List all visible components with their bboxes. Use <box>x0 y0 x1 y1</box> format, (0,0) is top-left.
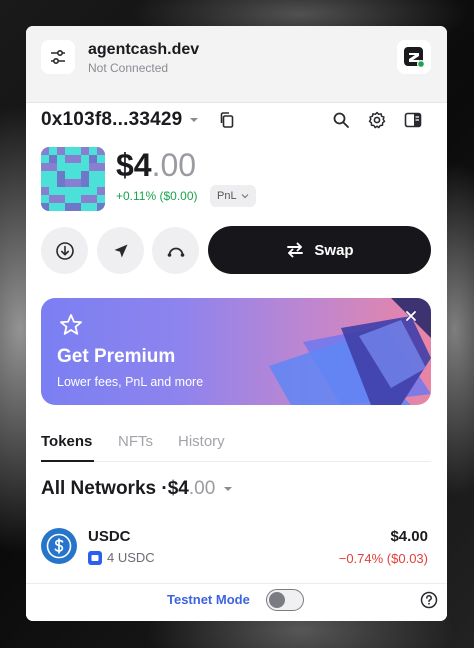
wallet-address: 0x103f8...33429 <box>41 109 183 130</box>
send-button[interactable] <box>97 227 144 274</box>
account-selector[interactable]: 0x103f8...33429 <box>41 108 199 132</box>
bridge-button[interactable] <box>152 227 199 274</box>
avatar <box>41 147 105 211</box>
promo-title: Get Premium <box>57 346 176 367</box>
token-change: −0.74% ($0.03) <box>338 551 428 566</box>
swap-label: Swap <box>314 241 354 259</box>
swap-button[interactable]: Swap <box>208 226 431 274</box>
star-icon <box>58 312 84 338</box>
asset-tabs: Tokens NFTs History <box>41 431 431 462</box>
agentcash-logo-icon[interactable] <box>397 40 431 74</box>
testnet-label: Testnet Mode <box>167 592 250 607</box>
promo-subtitle: Lower fees, PnL and more <box>57 375 204 389</box>
balance-change: +0.11% ($0.00) <box>116 189 198 203</box>
site-header: agentcash.dev Not Connected <box>26 26 447 103</box>
active-tab-indicator <box>41 460 94 462</box>
pnl-dropdown[interactable]: PnL <box>210 185 256 207</box>
tab-history[interactable]: History <box>178 433 225 450</box>
close-icon[interactable] <box>403 308 419 324</box>
sliders-icon[interactable] <box>41 40 75 74</box>
toggle-knob <box>269 592 285 608</box>
balance-cents: .00 <box>151 147 197 183</box>
testnet-toggle[interactable] <box>266 589 304 611</box>
token-amount: 4 USDC <box>107 550 155 565</box>
bridge-icon <box>166 241 186 261</box>
balance-main: $4 <box>116 147 152 183</box>
wallet-popup: agentcash.dev Not Connected 0x103f8...33… <box>26 26 447 621</box>
help-icon[interactable] <box>420 591 438 609</box>
side-panel-icon[interactable] <box>402 109 424 131</box>
chevron-down-icon <box>189 116 199 124</box>
usdc-token-icon <box>41 528 77 564</box>
send-icon <box>111 241 131 261</box>
network-label: All Networks <box>41 478 157 499</box>
chevron-down-icon <box>223 485 233 493</box>
premium-banner[interactable]: Get Premium Lower fees, PnL and more <box>41 298 431 405</box>
swap-arrows-icon <box>285 241 305 259</box>
gear-icon[interactable] <box>366 109 388 131</box>
search-icon[interactable] <box>330 109 352 131</box>
footer-bar: Testnet Mode <box>26 583 447 621</box>
tab-nfts[interactable]: NFTs <box>118 433 153 450</box>
copy-icon[interactable] <box>216 109 238 131</box>
tab-tokens[interactable]: Tokens <box>41 433 92 450</box>
total-balance: $4.00 <box>116 147 196 184</box>
chevron-down-icon <box>241 193 249 199</box>
pnl-label: PnL <box>217 190 237 202</box>
token-amount-row: 4 USDC <box>88 550 155 565</box>
receive-button[interactable] <box>41 227 88 274</box>
download-icon <box>55 241 75 261</box>
base-chain-icon <box>88 550 102 565</box>
token-name: USDC <box>88 528 131 545</box>
network-total-cents: .00 <box>188 478 216 499</box>
network-total-main: $4 <box>167 478 189 499</box>
token-value: $4.00 <box>390 528 428 545</box>
site-name: agentcash.dev <box>88 41 200 58</box>
connection-status: Not Connected <box>88 61 169 75</box>
network-selector[interactable]: All Networks ·$4.00 <box>41 478 233 500</box>
list-item[interactable]: USDC 4 USDC $4.00 −0.74% ($0.03) <box>41 526 431 576</box>
